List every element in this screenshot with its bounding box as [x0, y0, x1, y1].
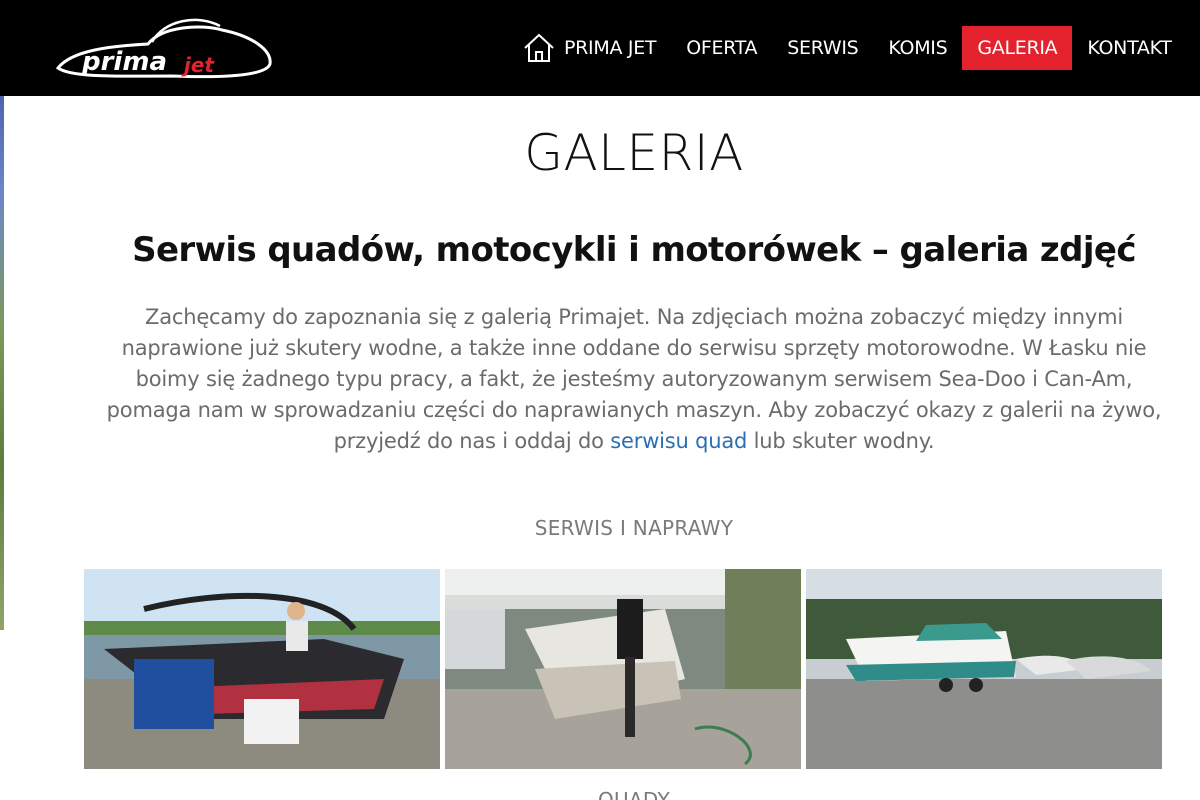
nav-item-prima-jet[interactable]: PRIMA JET: [518, 26, 671, 70]
gallery-photo[interactable]: [806, 569, 1162, 769]
intro-text-end: lub skuter wodny.: [747, 429, 935, 453]
intro-paragraph: Zachęcamy do zapoznania się z galerią Pr…: [104, 302, 1164, 457]
gallery-row: [84, 569, 1162, 769]
logo-text: prima: [81, 47, 167, 77]
primajet-logo: prima jet: [55, 18, 272, 79]
site-logo[interactable]: prima jet: [52, 6, 276, 86]
home-icon: [522, 32, 556, 64]
nav-item-serwis[interactable]: SERWIS: [772, 26, 873, 70]
page-subtitle: Serwis quadów, motocykli i motorówek – g…: [132, 230, 1136, 270]
site-header: prima jet PRIMA JET OFERTA SERWIS KOMIS …: [0, 0, 1200, 96]
nav-item-kontakt[interactable]: KONTAKT: [1072, 26, 1186, 70]
nav-item-galeria[interactable]: GALERIA: [962, 26, 1073, 70]
nav-item-komis[interactable]: KOMIS: [873, 26, 962, 70]
main-nav: PRIMA JET OFERTA SERWIS KOMIS GALERIA KO…: [518, 26, 1187, 70]
serwis-quad-link[interactable]: serwisu quad: [610, 429, 747, 453]
section-heading: SERWIS I NAPRAWY: [534, 516, 734, 540]
nav-item-oferta[interactable]: OFERTA: [671, 26, 772, 70]
logo-suffix: jet: [181, 53, 215, 77]
gallery-photo[interactable]: [84, 569, 440, 769]
section-heading: QUADY: [597, 788, 671, 800]
nav-label: PRIMA JET: [564, 37, 657, 59]
gallery-photo[interactable]: [445, 569, 801, 769]
page-title: GALERIA: [524, 124, 744, 182]
